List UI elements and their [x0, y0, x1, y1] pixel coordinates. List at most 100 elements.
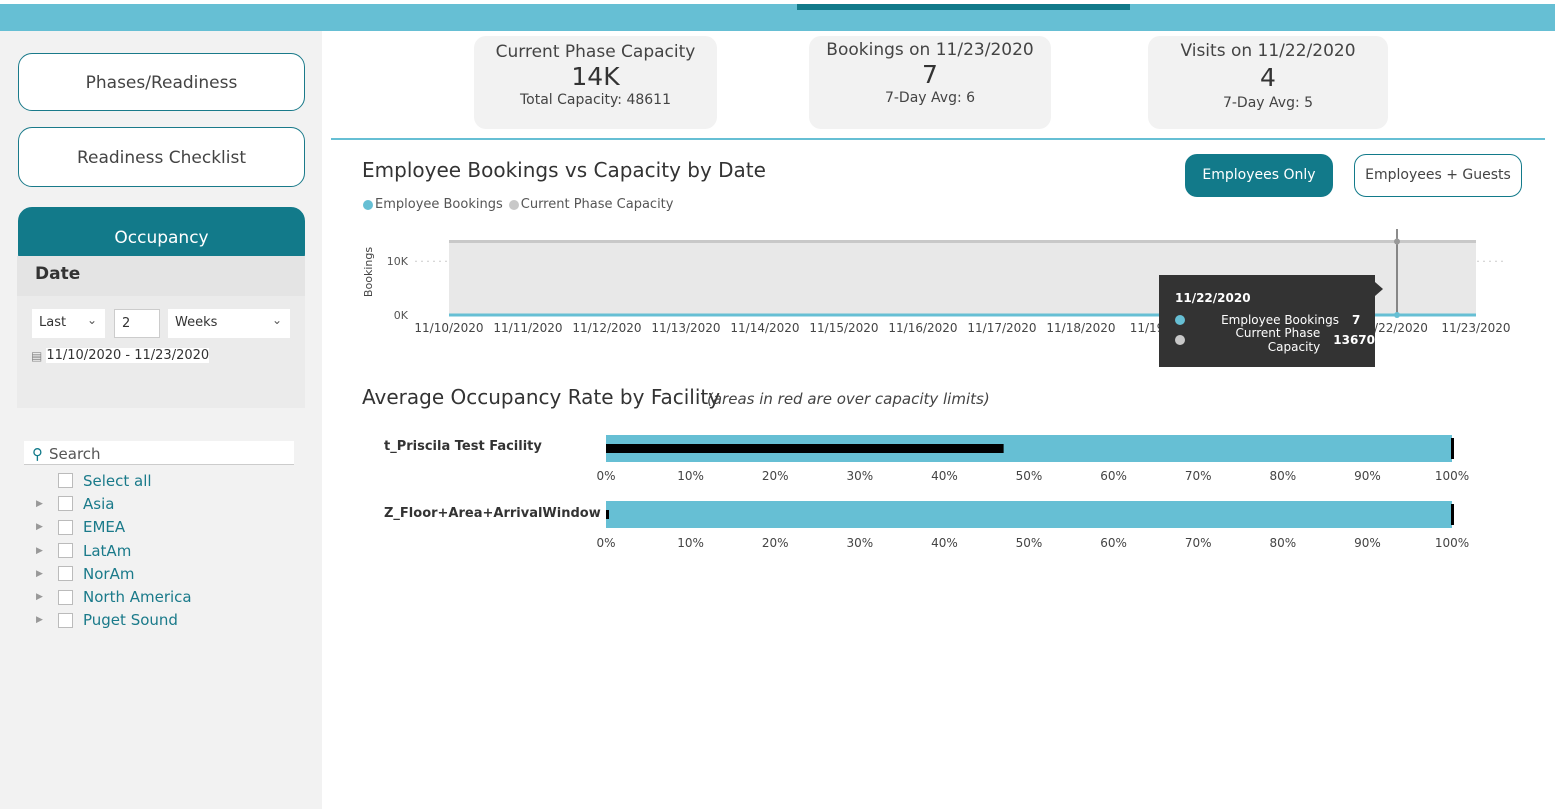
employees-guests-toggle[interactable]: Employees + Guests — [1354, 154, 1522, 197]
checkbox[interactable] — [58, 496, 73, 512]
employees-only-toggle[interactable]: Employees Only — [1185, 154, 1333, 197]
kpi-subtext: 7-Day Avg: 5 — [1222, 95, 1314, 111]
x-tick-label: 60% — [1100, 536, 1127, 550]
expand-caret-icon[interactable]: ▶ — [36, 522, 58, 532]
x-tick-label: 40% — [931, 469, 958, 483]
x-tick-label: 10% — [677, 469, 704, 483]
x-tick-label: 80% — [1269, 536, 1296, 550]
expand-caret-icon[interactable]: ▶ — [36, 546, 58, 556]
date-range[interactable]: ▤ 11/10/2020 - 11/23/2020 — [31, 348, 210, 363]
hover-point — [1394, 311, 1400, 318]
kpi-title: Current Phase Capacity — [495, 42, 696, 62]
occupancy-chart-title: Average Occupancy Rate by Facility — [362, 385, 721, 409]
tooltip-value: 7 — [1352, 313, 1361, 327]
expand-caret-icon[interactable]: ▶ — [36, 499, 58, 509]
date-unit-value: Weeks — [175, 315, 218, 330]
chart-tooltip: 11/22/2020 Employee Bookings 7 Current P… — [1159, 275, 1383, 367]
x-tick-label: 50% — [1016, 536, 1043, 550]
date-filter-panel: Date Last ⌄ 2 Weeks ⌄ ▤ 11/10/2020 - 11/… — [17, 256, 305, 408]
chevron-down-icon: ⌄ — [271, 313, 282, 327]
date-count-value: 2 — [122, 316, 131, 331]
kpi-card-capacity: Current Phase Capacity 14K Total Capacit… — [474, 36, 717, 129]
x-tick-label: 10% — [677, 536, 704, 550]
target-bar — [606, 501, 1452, 528]
x-tick-label: 90% — [1354, 536, 1381, 550]
date-mode-select[interactable]: Last ⌄ — [32, 309, 105, 338]
region-label: Asia — [83, 494, 115, 513]
active-page-indicator — [797, 4, 1130, 10]
date-count-input[interactable]: 2 — [114, 309, 160, 338]
checkbox[interactable] — [58, 566, 73, 582]
region-label: EMEA — [83, 518, 126, 537]
tooltip-label: Employee Bookings — [1221, 313, 1339, 327]
date-range-text: 11/10/2020 - 11/23/2020 — [46, 348, 210, 363]
y-axis-label: Bookings — [362, 247, 375, 297]
legend-dot — [363, 199, 373, 210]
facility-label: Z_Floor+Area+ArrivalWindow — [384, 506, 601, 521]
region-label: LatAm — [83, 541, 132, 560]
occupancy-chart-note: (areas in red are over capacity limits) — [707, 390, 990, 408]
nav-readiness-checklist-button[interactable]: Readiness Checklist — [18, 127, 305, 187]
checkbox[interactable] — [58, 589, 73, 605]
calendar-icon: ▤ — [31, 348, 43, 363]
region-item[interactable]: ▶ Puget Sound — [36, 609, 192, 632]
y-tick-label: 0K — [394, 309, 409, 322]
select-all-item[interactable]: Select all — [36, 469, 192, 492]
region-item[interactable]: ▶ EMEA — [36, 516, 192, 539]
kpi-card-visits: Visits on 11/22/2020 4 7-Day Avg: 5 — [1148, 36, 1388, 129]
expand-caret-icon[interactable]: ▶ — [36, 569, 58, 579]
region-item[interactable]: ▶ Asia — [36, 492, 192, 515]
x-tick-label: 60% — [1100, 469, 1127, 483]
divider — [331, 138, 1545, 140]
occupancy-bar — [606, 510, 609, 519]
kpi-subtext: 7-Day Avg: 6 — [884, 90, 976, 106]
nav-phases-button[interactable]: Phases/Readiness — [18, 53, 305, 111]
x-tick-label: 11/15/2020 — [809, 321, 878, 335]
y-tick-label: 10K — [387, 255, 409, 268]
x-tick-label: 11/18/2020 — [1046, 321, 1115, 335]
bookings-chart-title: Employee Bookings vs Capacity by Date — [362, 158, 766, 182]
x-tick-label: 11/14/2020 — [730, 321, 799, 335]
x-tick-label: 30% — [846, 536, 873, 550]
date-filter-title: Date — [17, 256, 305, 296]
legend-item-bookings[interactable]: Employee Bookings — [363, 197, 503, 212]
target-marker — [1451, 438, 1454, 459]
x-tick-label: 20% — [762, 536, 789, 550]
x-tick-label: 70% — [1185, 536, 1212, 550]
x-tick-label: 70% — [1185, 469, 1212, 483]
target-marker — [1451, 504, 1454, 525]
region-label: Puget Sound — [83, 611, 178, 630]
x-tick-label: 11/11/2020 — [493, 321, 562, 335]
search-placeholder: Search — [49, 445, 101, 463]
checkbox[interactable] — [58, 519, 73, 535]
x-tick-label: 11/17/2020 — [967, 321, 1036, 335]
expand-caret-icon[interactable]: ▶ — [36, 615, 58, 625]
top-banner — [0, 4, 1555, 31]
hover-point — [1394, 238, 1400, 245]
region-item[interactable]: ▶ North America — [36, 585, 192, 608]
x-tick-label: 11/12/2020 — [572, 321, 641, 335]
tooltip-dot — [1175, 315, 1185, 325]
x-tick-label: /22/2020 — [1374, 321, 1428, 335]
tooltip-date: 11/22/2020 — [1175, 291, 1251, 305]
region-item[interactable]: ▶ NorAm — [36, 562, 192, 585]
kpi-value: 7 — [922, 60, 938, 89]
region-search-input[interactable]: ⚲ Search — [24, 441, 294, 465]
checkbox[interactable] — [58, 543, 73, 559]
chart-legend: Employee Bookings Current Phase Capacity — [363, 197, 673, 212]
legend-label: Employee Bookings — [375, 197, 503, 212]
date-unit-select[interactable]: Weeks ⌄ — [168, 309, 290, 338]
x-tick-label: 100% — [1435, 536, 1469, 550]
x-tick-label: 80% — [1269, 469, 1296, 483]
checkbox[interactable] — [58, 473, 73, 489]
kpi-title: Visits on 11/22/2020 — [1180, 41, 1356, 61]
x-tick-label: 11/16/2020 — [888, 321, 957, 335]
tooltip-value: 13670 — [1333, 333, 1375, 347]
x-tick-label: 11/23/2020 — [1441, 321, 1510, 335]
region-item[interactable]: ▶ LatAm — [36, 539, 192, 562]
expand-caret-icon[interactable]: ▶ — [36, 592, 58, 602]
x-tick-label: 0% — [596, 536, 615, 550]
x-tick-label: 11/13/2020 — [651, 321, 720, 335]
checkbox[interactable] — [58, 612, 73, 628]
legend-item-capacity[interactable]: Current Phase Capacity — [508, 197, 673, 212]
